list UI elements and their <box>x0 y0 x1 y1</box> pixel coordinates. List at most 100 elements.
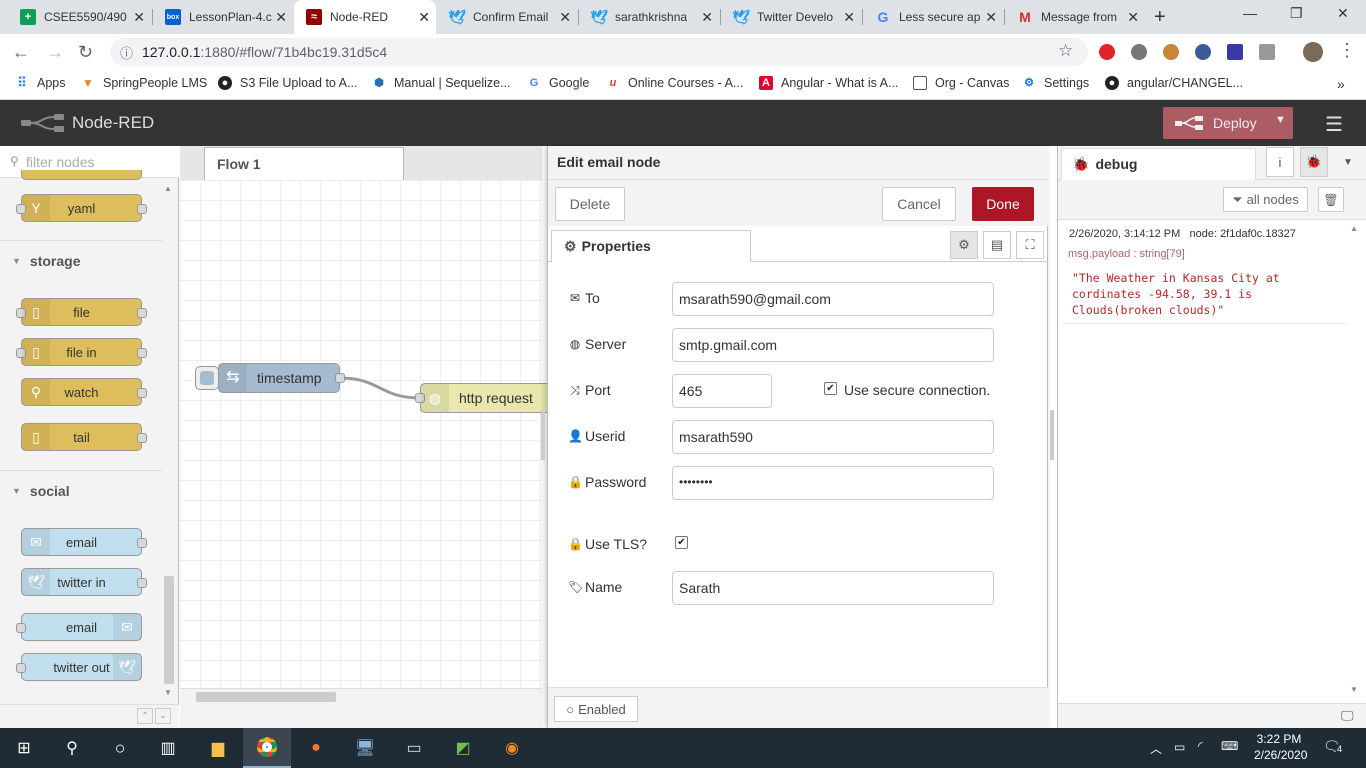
palette-node-email-in[interactable]: ✉ email <box>21 528 147 556</box>
browser-tab[interactable]: box LessonPlan-4.c ✕ <box>153 0 293 34</box>
extension-icon[interactable] <box>1131 44 1147 60</box>
bookmark-apps[interactable]: ⠿ Apps <box>15 76 65 91</box>
caret-down-icon[interactable]: ▼ <box>1275 114 1286 126</box>
clock[interactable]: 3:22 PM 2/26/2020 <box>1254 732 1307 762</box>
trash-icon[interactable]: 🗑 <box>1318 187 1344 212</box>
sidebar-resize-handle[interactable] <box>1050 410 1054 460</box>
appearance-icon[interactable]: ⛶ <box>1016 231 1044 259</box>
firefox-icon[interactable]: ● <box>292 728 340 768</box>
collapse-all-icon[interactable]: ⌃ <box>137 708 153 724</box>
remote-desktop-icon[interactable]: 🖥 <box>341 728 389 768</box>
name-field[interactable]: Sarath <box>672 571 994 605</box>
wifi-icon[interactable]: ◜ <box>1198 739 1203 753</box>
palette-node-file-in[interactable]: ▯ file in <box>16 338 147 366</box>
terminal-icon[interactable]: ▭ <box>390 728 438 768</box>
tray-resize-handle[interactable] <box>541 410 545 460</box>
extension-icon[interactable] <box>1227 44 1243 60</box>
info-icon[interactable]: ⓘ <box>120 43 133 62</box>
info-icon[interactable]: i <box>1266 147 1294 177</box>
port-field[interactable]: 465 <box>672 374 772 408</box>
scroll-down-icon[interactable]: ▼ <box>164 688 172 697</box>
inject-button[interactable] <box>195 366 219 390</box>
bookmark-item[interactable]: Org - Canvas <box>913 76 1009 90</box>
bug-icon[interactable]: 🐞 <box>1300 147 1328 177</box>
filter-nodes-button[interactable]: ⏷ all nodes <box>1223 187 1308 212</box>
tab-debug[interactable]: 🐞 debug <box>1061 148 1256 181</box>
app-icon[interactable]: ◉ <box>488 728 536 768</box>
close-icon[interactable]: ✕ <box>559 9 571 26</box>
cookie-icon[interactable] <box>1163 44 1179 60</box>
debug-scrollbar[interactable]: ▲ ▼ <box>1350 224 1360 694</box>
bookmark-item[interactable]: G Google <box>527 76 590 90</box>
cancel-button[interactable]: Cancel <box>882 187 956 221</box>
palette-category-social[interactable]: ▼ social <box>0 476 162 506</box>
flow-canvas[interactable]: ⇆ timestamp ◍ http request <box>180 180 560 688</box>
bookmark-item[interactable]: ● S3 File Upload to A... <box>218 76 357 90</box>
palette-node-email-out[interactable]: email ✉ <box>16 613 142 641</box>
more-icon[interactable]: ⋮ <box>1338 40 1356 61</box>
flow-node-http-request[interactable]: ◍ http request <box>415 383 560 413</box>
battery-icon[interactable]: ▭ <box>1174 740 1185 754</box>
search-icon[interactable]: ⚲ <box>48 728 96 768</box>
bookmark-item[interactable]: u Online Courses - A... <box>606 76 744 90</box>
monitor-icon[interactable]: 🖵 <box>1341 708 1354 724</box>
browser-tab[interactable]: + CSEE5590/490 ✕ <box>8 0 151 34</box>
bookmark-item[interactable]: ⚙ Settings <box>1022 76 1089 90</box>
tab-flow-1[interactable]: Flow 1 <box>204 147 404 180</box>
secure-connection-checkbox[interactable]: ✔ <box>824 382 837 395</box>
caret-down-icon[interactable]: ▼ <box>1334 147 1362 177</box>
chevron-up-icon[interactable]: ︿ <box>1150 740 1162 757</box>
palette-category-storage[interactable]: ▼ storage <box>0 246 162 276</box>
scroll-up-icon[interactable]: ▲ <box>164 184 172 193</box>
close-icon[interactable]: ✕ <box>985 9 997 26</box>
palette-node-partial[interactable] <box>21 170 142 180</box>
node-settings-icon[interactable]: ⚙ <box>950 231 978 259</box>
server-field[interactable]: smtp.gmail.com <box>672 328 994 362</box>
extension-icon[interactable] <box>1099 44 1115 60</box>
close-icon[interactable]: ✕ <box>275 9 287 26</box>
palette-node-tail[interactable]: ▯ tail <box>21 423 147 451</box>
forward-icon[interactable]: → <box>46 42 64 63</box>
close-icon[interactable]: ✕ <box>418 9 430 26</box>
palette-node-twitter-in[interactable]: 🕊 twitter in <box>21 568 147 596</box>
delete-button[interactable]: Delete <box>555 187 625 221</box>
url-input[interactable]: ⓘ 127.0.0.1:1880/#flow/71b4bc19.31d5c4 ☆ <box>110 38 1088 66</box>
reload-icon[interactable]: ↻ <box>78 42 93 63</box>
minimize-icon[interactable]: — <box>1243 5 1257 21</box>
palette-node-watch[interactable]: ⚲ watch <box>21 378 147 406</box>
close-icon[interactable]: ✕ <box>701 9 713 26</box>
avatar[interactable] <box>1303 42 1323 62</box>
keyboard-icon[interactable]: ⌨ <box>1221 739 1238 753</box>
workspace-h-scrollbar[interactable] <box>196 692 336 702</box>
file-explorer-icon[interactable]: ▆ <box>194 728 242 768</box>
new-tab-button[interactable]: + <box>1154 6 1166 29</box>
bookmark-item[interactable]: A Angular - What is A... <box>759 76 898 90</box>
palette-node-file[interactable]: ▯ file <box>16 298 147 326</box>
browser-tab-active[interactable]: ≈ Node-RED ✕ <box>294 0 436 34</box>
editor-icon[interactable]: ◩ <box>439 728 487 768</box>
bookmark-item[interactable]: ● angular/CHANGEL... <box>1105 76 1243 90</box>
bookmark-star-icon[interactable]: ☆ <box>1058 41 1073 61</box>
palette-node-twitter-out[interactable]: twitter out 🕊 <box>16 653 142 681</box>
password-field[interactable]: •••••••• <box>672 466 994 500</box>
task-view-icon[interactable]: ▥ <box>144 728 192 768</box>
tls-checkbox[interactable]: ✔ <box>675 536 688 549</box>
browser-tab[interactable]: G Less secure ap ✕ <box>863 0 1003 34</box>
notifications-icon[interactable]: 🗨 4 <box>1323 738 1345 755</box>
deploy-button[interactable]: Deploy ▼ <box>1163 107 1293 139</box>
browser-tab[interactable]: 🕊 Confirm Email ✕ <box>437 0 577 34</box>
enabled-toggle[interactable]: ○ Enabled <box>554 696 638 722</box>
to-field[interactable]: msarath590@gmail.com <box>672 282 994 316</box>
hamburger-menu-icon[interactable]: ☰ <box>1325 112 1343 137</box>
debug-node-link[interactable]: node: 2f1daf0c.18327 <box>1189 228 1295 240</box>
bookmark-item[interactable]: ⬢ Manual | Sequelize... <box>372 76 510 90</box>
more-bookmarks-icon[interactable]: » <box>1337 76 1345 92</box>
close-icon[interactable]: ✕ <box>843 9 855 26</box>
browser-tab[interactable]: M Message from ✕ <box>1005 0 1145 34</box>
done-button[interactable]: Done <box>972 187 1034 221</box>
tab-properties[interactable]: ⚙ Properties <box>551 230 751 262</box>
back-icon[interactable]: ← <box>12 42 30 63</box>
cortana-icon[interactable]: ○ <box>96 728 144 768</box>
extension-icon[interactable] <box>1259 44 1275 60</box>
browser-tab[interactable]: 🕊 Twitter Develo ✕ <box>721 0 861 34</box>
